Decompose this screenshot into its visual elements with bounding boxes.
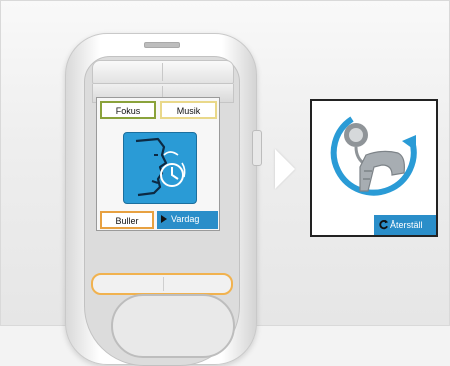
navigation-dial[interactable] (111, 294, 235, 358)
face-speech-clock-icon (123, 132, 197, 204)
play-arrow-icon (161, 215, 167, 223)
program-tab-buller[interactable]: Buller (100, 211, 154, 229)
bottom-soft-keys[interactable] (91, 273, 233, 295)
reset-label: Återställ (390, 220, 423, 230)
speaker-grille (144, 42, 180, 48)
top-soft-keys[interactable] (92, 60, 234, 84)
program-tab-musik[interactable]: Musik (160, 101, 217, 119)
program-tab-vardag-selected[interactable]: Vardag (157, 211, 218, 229)
arrow-right-icon (275, 149, 295, 189)
reset-icon (379, 219, 389, 230)
hearing-aid-reset-icon (330, 116, 417, 196)
device-screen: Fokus Musik Buller Vardag (96, 97, 220, 231)
reset-panel: Återställ (310, 99, 438, 237)
side-button[interactable] (252, 130, 262, 166)
reset-button[interactable]: Återställ (374, 215, 436, 235)
illustration-frame: Fokus Musik Buller Vardag Återställ (0, 0, 450, 366)
vardag-label: Vardag (171, 214, 200, 224)
program-tab-fokus[interactable]: Fokus (100, 101, 156, 119)
